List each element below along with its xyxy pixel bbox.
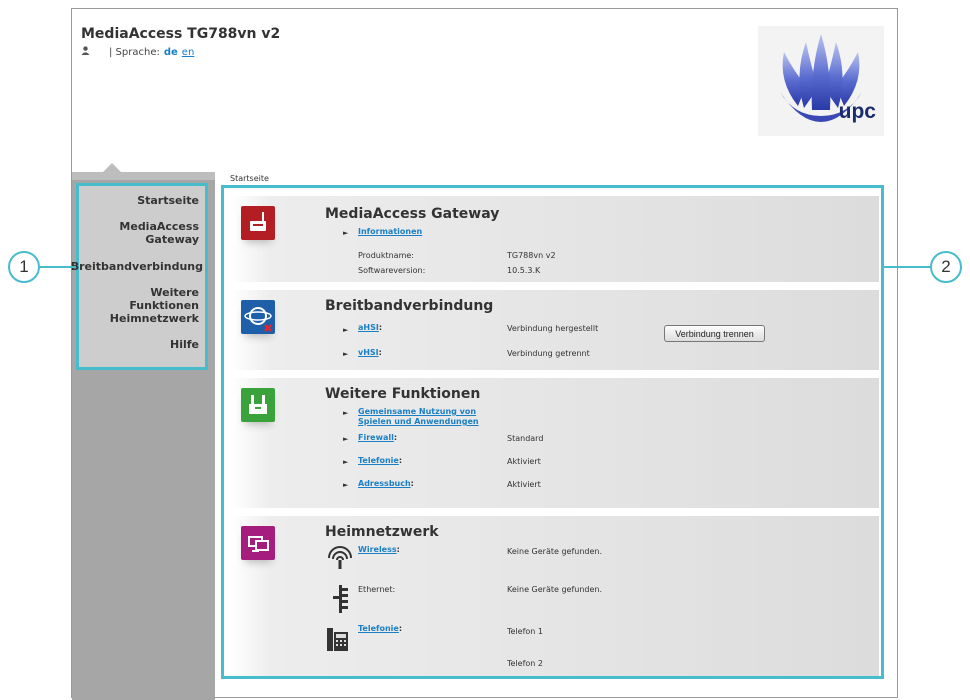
language-current-de: de — [163, 47, 178, 58]
disconnect-button[interactable]: Verbindung trennen — [664, 325, 765, 342]
link-telefonie-heimnetz[interactable]: Telefonie — [358, 624, 399, 633]
arrow-icon: ► — [343, 229, 349, 237]
addressbook-value: Aktiviert — [507, 480, 541, 489]
home-network-icon[interactable] — [241, 526, 275, 560]
ethernet-label: Ethernet: — [358, 585, 396, 594]
sidebar-item-heimnetzwerk[interactable]: Heimnetzwerk — [110, 312, 199, 325]
link-wireless[interactable]: Wireless — [358, 545, 397, 554]
user-icon[interactable] — [81, 46, 91, 58]
wireless-icon — [326, 544, 354, 570]
sidebar-item-breitbandverbindung[interactable]: Breitbandverbindung — [71, 260, 203, 273]
language-link-en[interactable]: en — [182, 47, 195, 58]
app-title: MediaAccess TG788vn v2 — [81, 26, 281, 42]
callout-2: 2 — [930, 251, 962, 283]
telephone-icon — [326, 626, 350, 652]
phone-value-1: Telefon 1 — [507, 627, 544, 636]
link-telefonie[interactable]: Telefonie — [358, 456, 399, 465]
link-firewall[interactable]: Firewall — [358, 433, 394, 442]
language-label: | Sprache: — [109, 47, 160, 58]
link-vhsi[interactable]: vHSI — [358, 348, 379, 357]
globe-disconnected-icon[interactable] — [241, 300, 275, 334]
telephony-value: Aktiviert — [507, 457, 541, 466]
callout-line-1 — [40, 266, 76, 268]
product-name-label: Produktname: — [358, 251, 414, 260]
product-name-value: TG788vn v2 — [507, 251, 556, 260]
arrow-icon: ► — [343, 326, 349, 334]
link-gemeinsame-nutzung[interactable]: Gemeinsame Nutzung von Spielen und Anwen… — [358, 407, 498, 427]
link-adressbuch[interactable]: Adressbuch — [358, 479, 411, 488]
section-heimnetzwerk: Heimnetzwerk Wireless: Keine Geräte gefu… — [231, 516, 879, 676]
sidebar-tab — [72, 163, 215, 180]
software-version-value: 10.5.3.K — [507, 266, 541, 275]
link-ahsi[interactable]: aHSI — [358, 323, 379, 332]
ahsi-status: Verbindung hergestellt — [507, 324, 599, 333]
section-weitere-funktionen: Weitere Funktionen ► Gemeinsame Nutzung … — [231, 378, 879, 508]
sidebar-item-weitere-funktionen[interactable]: Weitere Funktionen — [79, 286, 199, 312]
sidebar-menu: Startseite MediaAccess Gateway Breitband… — [71, 183, 208, 370]
callout-1: 1 — [8, 251, 40, 283]
upc-logo: upc — [758, 26, 884, 136]
breadcrumb: Startseite — [230, 174, 269, 183]
sidebar-item-mediaaccess-gateway[interactable]: MediaAccess Gateway — [109, 220, 199, 246]
ethernet-icon — [331, 584, 351, 614]
section-title-functions: Weitere Funktionen — [325, 386, 481, 402]
arrow-icon: ► — [343, 435, 349, 443]
arrow-icon: ► — [343, 350, 349, 358]
sidebar-item-hilfe[interactable]: Hilfe — [170, 338, 199, 351]
section-mediaaccess-gateway: MediaAccess Gateway ► Informationen Prod… — [231, 196, 879, 282]
language-row: | Sprache: de en — [81, 46, 194, 58]
vhsi-status: Verbindung getrennt — [507, 349, 590, 358]
callout-line-2 — [884, 266, 932, 268]
sidebar-item-startseite[interactable]: Startseite — [137, 194, 199, 207]
arrow-icon: ► — [343, 481, 349, 489]
ethernet-value: Keine Geräte gefunden. — [507, 585, 603, 594]
wireless-value: Keine Geräte gefunden. — [507, 547, 603, 556]
phone-value-2: Telefon 2 — [507, 659, 544, 668]
section-breitbandverbindung: Breitbandverbindung ► aHSI: Verbindung h… — [231, 290, 879, 370]
main-content: MediaAccess Gateway ► Informationen Prod… — [221, 185, 884, 679]
section-title-gateway: MediaAccess Gateway — [325, 206, 500, 222]
arrow-icon: ► — [343, 458, 349, 466]
upc-wordmark: upc — [838, 100, 876, 123]
firewall-value: Standard — [507, 434, 544, 443]
section-title-homenet: Heimnetzwerk — [325, 524, 439, 540]
toolbox-icon[interactable] — [241, 388, 275, 422]
link-informationen[interactable]: Informationen — [358, 227, 422, 236]
arrow-icon: ► — [343, 409, 349, 417]
software-version-label: Softwareversion: — [358, 266, 426, 275]
section-title-broadband: Breitbandverbindung — [325, 298, 494, 314]
router-icon[interactable] — [241, 206, 275, 240]
